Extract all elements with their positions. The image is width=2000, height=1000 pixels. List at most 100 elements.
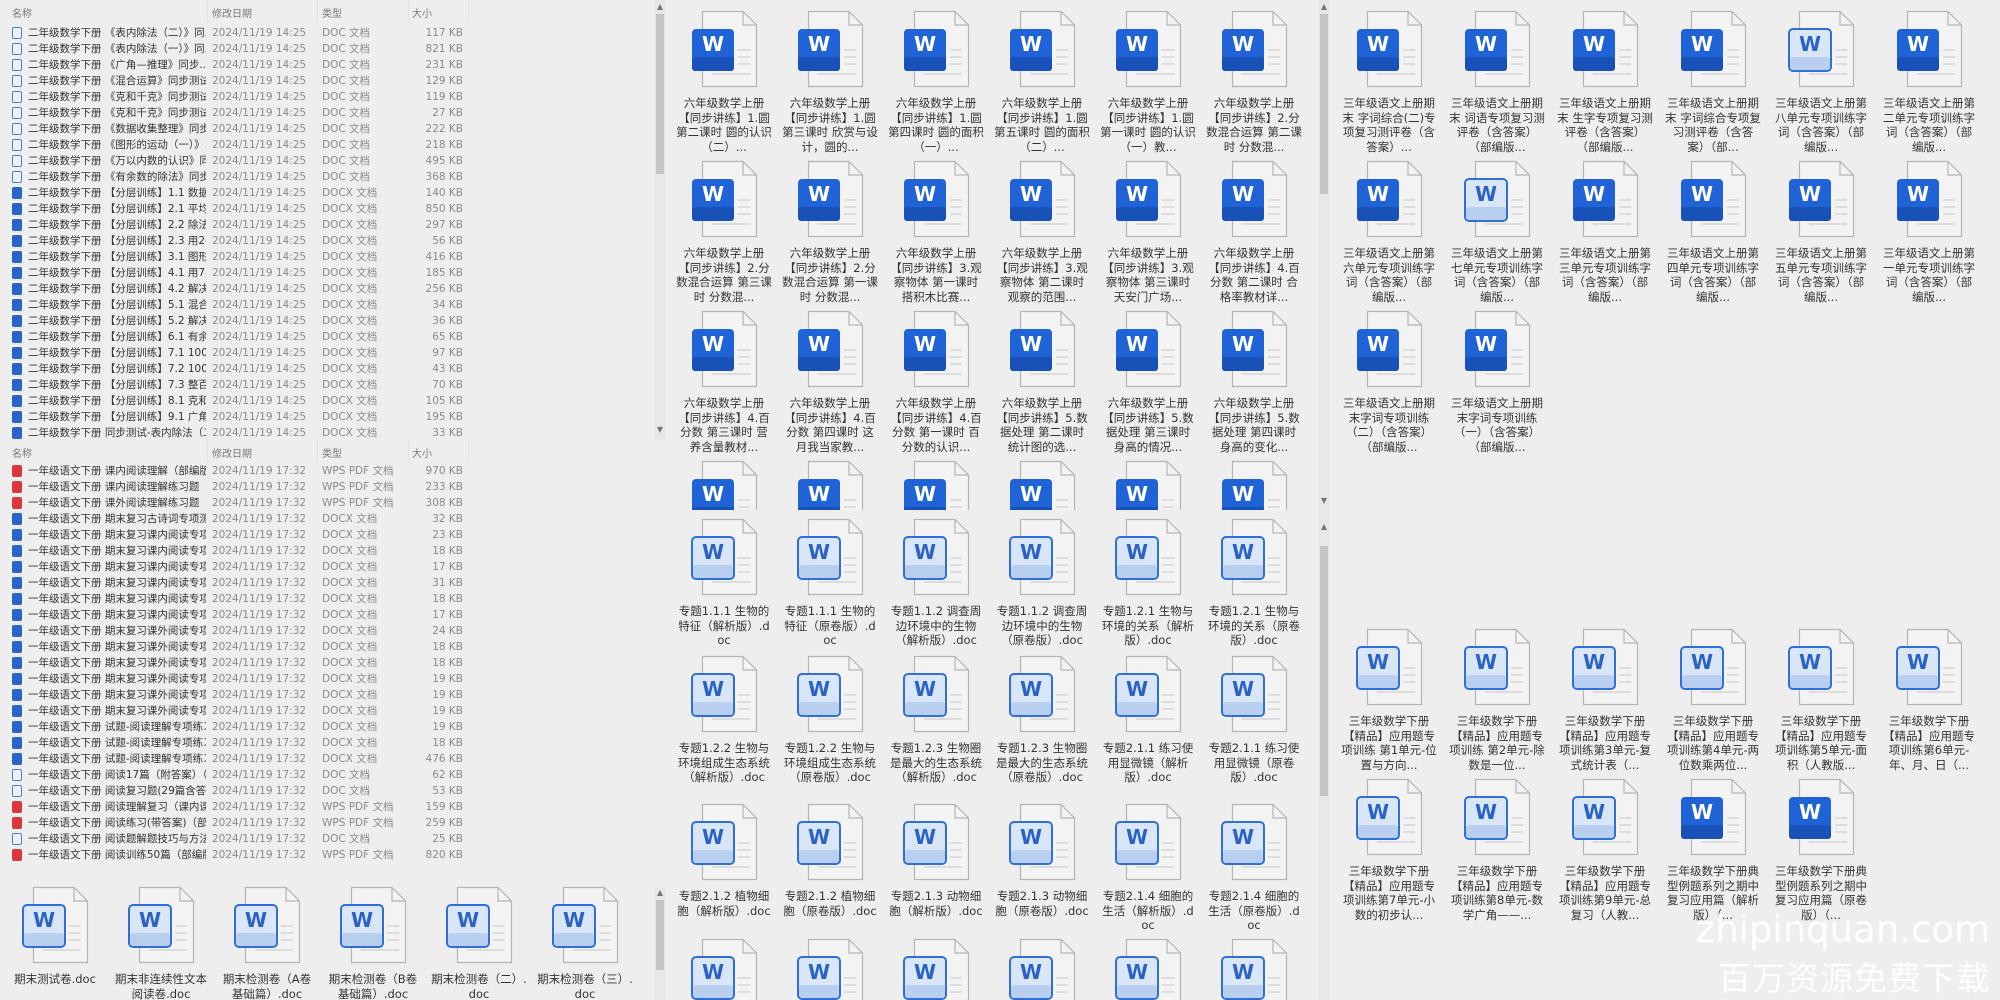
scrollbar-thumb[interactable] [1320,14,1328,194]
file-item[interactable]: W 专题2.1.3 动物细胞（原卷版）.doc [992,803,1092,918]
file-row[interactable]: 二年级数学下册 【分层训练】6.1 有余... 2024/11/19 14:25 D… [0,329,480,345]
file-item[interactable]: W 期末检测卷（A卷基础篇）.doc [217,886,317,1000]
file-item[interactable]: W 三年级语文上册期末 字词综合专项复习测评卷（含答案）（部... [1663,10,1763,154]
file-item[interactable]: W 三年级数学下册【精品】应用题专项训练第6单元-年、月、日（... [1879,628,1979,772]
file-row[interactable]: 二年级数学下册 《广角—推理》同步... 2024/11/19 14:25 DOC … [0,57,480,73]
file-item[interactable]: W 专题2.1.2 植物细胞（解析版）.doc [674,803,774,918]
scroll-up-icon[interactable]: ▲ [654,2,666,11]
column-date[interactable]: 修改日期 [212,445,252,460]
file-row[interactable]: 一年级语文下册 期末复习课外阅读专项... 2024/11/19 17:32 DOC… [0,623,480,639]
file-item[interactable]: W 三年级语文上册第二单元专项训练字词（含答案）（部编版... [1879,10,1979,154]
file-item[interactable]: W 六年级数学上册【同步讲练】3.观察物体 第一课时 搭积木比赛... [886,160,986,304]
file-row[interactable]: 二年级数学下册 【分层训练】7.1 1000... 2024/11/19 14:2… [0,345,480,361]
file-item[interactable]: W 期末检测卷（二）.doc [429,886,529,1000]
file-item[interactable]: W 专题2.1.4 细胞的生活（原卷版）.doc [1204,803,1304,933]
file-row[interactable]: 一年级语文下册 期末复习课内阅读专项... 2024/11/19 17:32 DOC… [0,591,480,607]
column-name[interactable]: 名称 [12,5,32,20]
file-item[interactable]: W 专题1.1.1 生物的特征（原卷版）.doc [780,518,880,648]
file-item[interactable]: W 三年级数学下册【精品】应用题专项训练第4单元-两位数乘两位... [1663,628,1763,772]
file-item[interactable]: W 三年级语文上册第七单元专项训练字词（含答案）（部编版... [1447,160,1547,304]
file-row[interactable]: 一年级语文下册 试题-阅读理解专项练习... 2024/11/19 17:32 DO… [0,735,480,751]
file-item[interactable]: W 六年级数学上册【同步讲练】1.圆 第五课时 圆的面积（二）... [992,10,1092,154]
file-item[interactable]: W 三年级数学下册【精品】应用题专项训练第5单元-面积（人教版... [1771,628,1871,772]
file-row[interactable]: 一年级语文下册 阅读17篇（附答案）（... 2024/11/19 17:32 DO… [0,767,480,783]
file-row[interactable]: 二年级数学下册 《有余数的除法》同步... 2024/11/19 14:25 DOC… [0,169,480,185]
file-item[interactable]: W 六年级数学上册【同步讲练】4.百分数 第一课时 百分数的认识... [886,310,986,454]
scroll-up-icon[interactable]: ▲ [1318,522,1330,531]
file-item[interactable]: W 专题1.2.2 生物与环境组成生态系统（原卷版）.doc [780,655,880,785]
file-item[interactable]: W 期末非连续性文本阅读卷.doc [111,886,211,1000]
file-item[interactable]: W [992,938,1092,1000]
file-item[interactable]: W 三年级数学下册【精品】应用题专项训练第7单元-小数的初步认... [1339,778,1439,922]
file-item[interactable]: W [886,460,986,510]
file-item[interactable]: W 三年级数学下册典型例题系列之期中复习应用篇（原卷版）（... [1771,778,1871,922]
file-item[interactable]: W 三年级语文上册第四单元专项训练字词（含答案）（部编版... [1663,160,1763,304]
file-row[interactable]: 二年级数学下册 【分层训练】5.1 混合... 2024/11/19 14:25 D… [0,297,480,313]
scrollbar-thumb[interactable] [1320,546,1328,796]
file-item[interactable]: W 三年级数学下册【精品】应用题专项训练 第1单元-位置与方向... [1339,628,1439,772]
column-size[interactable]: 大小 [412,5,432,20]
file-row[interactable]: 一年级语文下册 阅读练习(带答案)（部... 2024/11/19 17:32 WP… [0,815,480,831]
file-item[interactable]: W 专题1.2.3 生物圈是最大的生态系统（解析版）.doc [886,655,986,785]
file-row[interactable]: 一年级语文下册 期末复习古诗词专项测... 2024/11/19 17:32 DOC… [0,511,480,527]
file-item[interactable]: W 专题2.1.1 练习使用显微镜（原卷版）.doc [1204,655,1304,785]
file-row[interactable]: 二年级数学下册 《万以内数的认识》同... 2024/11/19 14:25 DOC… [0,153,480,169]
scroll-down-icon[interactable]: ▼ [1318,496,1330,505]
file-item[interactable]: W 三年级语文上册第一单元专项训练字词（含答案）（部编版... [1879,160,1979,304]
file-item[interactable]: W 三年级语文上册期末字词专项训练（一）（含答案）（部编版... [1447,310,1547,454]
file-item[interactable]: W 三年级数学下册【精品】应用题专项训练第8单元-数学广角——... [1447,778,1547,922]
file-item[interactable]: W 六年级数学上册【同步讲练】4.百分数 第四课时 这月我当家教... [780,310,880,454]
file-row[interactable]: 二年级数学下册 【分层训练】2.2 除法 ... 2024/11/19 14:25… [0,217,480,233]
file-item[interactable]: W 三年级数学下册【精品】应用题专项训练 第2单元-除数是一位... [1447,628,1547,772]
file-item[interactable]: W [674,460,774,510]
file-row[interactable]: 二年级数学下册 【分层训练】4.2 解决... 2024/11/19 14:25 D… [0,281,480,297]
file-row[interactable]: 一年级语文下册 期末复习课外阅读专项... 2024/11/19 17:32 DOC… [0,687,480,703]
file-item[interactable]: W [886,938,986,1000]
file-row[interactable]: 二年级数学下册 《混合运算》同步测试... 2024/11/19 14:25 DOC… [0,73,480,89]
scroll-down-icon[interactable]: ▼ [654,425,666,434]
file-item[interactable]: W 六年级数学上册【同步讲练】1.圆 第一课时 圆的认识（一）教... [1098,10,1198,154]
file-item[interactable]: W 专题1.1.1 生物的特征（解析版）.doc [674,518,774,648]
file-item[interactable]: W 期末检测卷（三）.doc [535,886,635,1000]
file-row[interactable]: 一年级语文下册 阅读题解题技巧与方法... 2024/11/19 17:32 DOC… [0,831,480,847]
file-item[interactable]: W 六年级数学上册【同步讲练】5.数据处理 第三课时 身高的情况... [1098,310,1198,454]
file-item[interactable]: W 六年级数学上册【同步讲练】2.分数混合运算 第一课时 分数混... [780,160,880,304]
file-row[interactable]: 二年级数学下册 【分层训练】2.1 平均... 2024/11/19 14:25 D… [0,201,480,217]
file-row[interactable]: 二年级数学下册 《克和千克》同步测试... 2024/11/19 14:25 DOC… [0,105,480,121]
file-item[interactable]: W 期末检测卷（B卷基础篇）.doc [323,886,423,1000]
file-item[interactable]: W 六年级数学上册【同步讲练】1.圆 第三课时 欣赏与设计，圆的... [780,10,880,154]
file-item[interactable]: W 六年级数学上册【同步讲练】4.百分数 第三课时 营养含量教材... [674,310,774,454]
file-row[interactable]: 二年级数学下册 《克和千克》同步测试... 2024/11/19 14:25 DOC… [0,89,480,105]
file-item[interactable]: W 六年级数学上册【同步讲练】1.圆 第四课时 圆的面积（一）... [886,10,986,154]
file-row[interactable]: 二年级数学下册 同步测试-表内除法（二... 2024/11/19 14:25 DO… [0,425,480,440]
column-date[interactable]: 修改日期 [212,5,252,20]
file-row[interactable]: 一年级语文下册 课外阅读理解练习题（... 2024/11/19 17:32 WPS… [0,495,480,511]
file-row[interactable]: 一年级语文下册 课内阅读理解练习题（... 2024/11/19 17:32 WPS… [0,479,480,495]
file-item[interactable]: W [1204,460,1304,510]
file-row[interactable]: 一年级语文下册 期末复习课内阅读专项... 2024/11/19 17:32 DOC… [0,575,480,591]
file-item[interactable]: W 期末测试卷.doc [5,886,105,987]
file-item[interactable]: W 专题2.1.3 动物细胞（解析版）.doc [886,803,986,918]
vertical-scrollbar[interactable]: ▲ ▼ [654,0,666,440]
file-item[interactable]: W 专题1.2.1 生物与环境的关系（原卷版）.doc [1204,518,1304,648]
file-row[interactable]: 一年级语文下册 阅读理解复习（课内课... 2024/11/19 17:32 WPS… [0,799,480,815]
scroll-up-icon[interactable]: ▲ [1318,2,1330,11]
file-row[interactable]: 一年级语文下册 期末复习课内阅读专项... 2024/11/19 17:32 DOC… [0,607,480,623]
file-item[interactable]: W [1204,938,1304,1000]
file-row[interactable]: 一年级语文下册 期末复习课内阅读专项... 2024/11/19 17:32 DOC… [0,543,480,559]
file-item[interactable]: W 专题1.2.2 生物与环境组成生态系统（解析版）.doc [674,655,774,785]
file-row[interactable]: 二年级数学下册 【分层训练】9.1 广角... 2024/11/19 14:25 D… [0,409,480,425]
file-row[interactable]: 一年级语文下册 期末复习课外阅读专项... 2024/11/19 17:32 DOC… [0,703,480,719]
scrollbar-thumb[interactable] [656,900,664,970]
scroll-up-icon[interactable]: ▲ [654,888,666,897]
file-item[interactable]: W 专题2.1.2 植物细胞（原卷版）.doc [780,803,880,918]
file-item[interactable]: W [1098,938,1198,1000]
file-row[interactable]: 二年级数学下册 【分层训练】3.1 图形... 2024/11/19 14:25 D… [0,249,480,265]
file-item[interactable]: W 三年级语文上册第六单元专项训练字词（含答案）（部编版... [1339,160,1439,304]
file-row[interactable]: 一年级语文下册 课内阅读理解（部编版... 2024/11/19 17:32 WPS… [0,463,480,479]
column-type[interactable]: 类型 [322,5,342,20]
file-row[interactable]: 二年级数学下册 《表内除法（二）》同... 2024/11/19 14:25 DOC… [0,25,480,41]
file-item[interactable]: W 三年级数学下册【精品】应用题专项训练第3单元-复式统计表（... [1555,628,1655,772]
file-item[interactable]: W 专题1.1.2 调查周边环境中的生物（解析版）.doc [886,518,986,648]
file-row[interactable]: 二年级数学下册 【分层训练】2.3 用2—... 2024/11/19 14:25… [0,233,480,249]
